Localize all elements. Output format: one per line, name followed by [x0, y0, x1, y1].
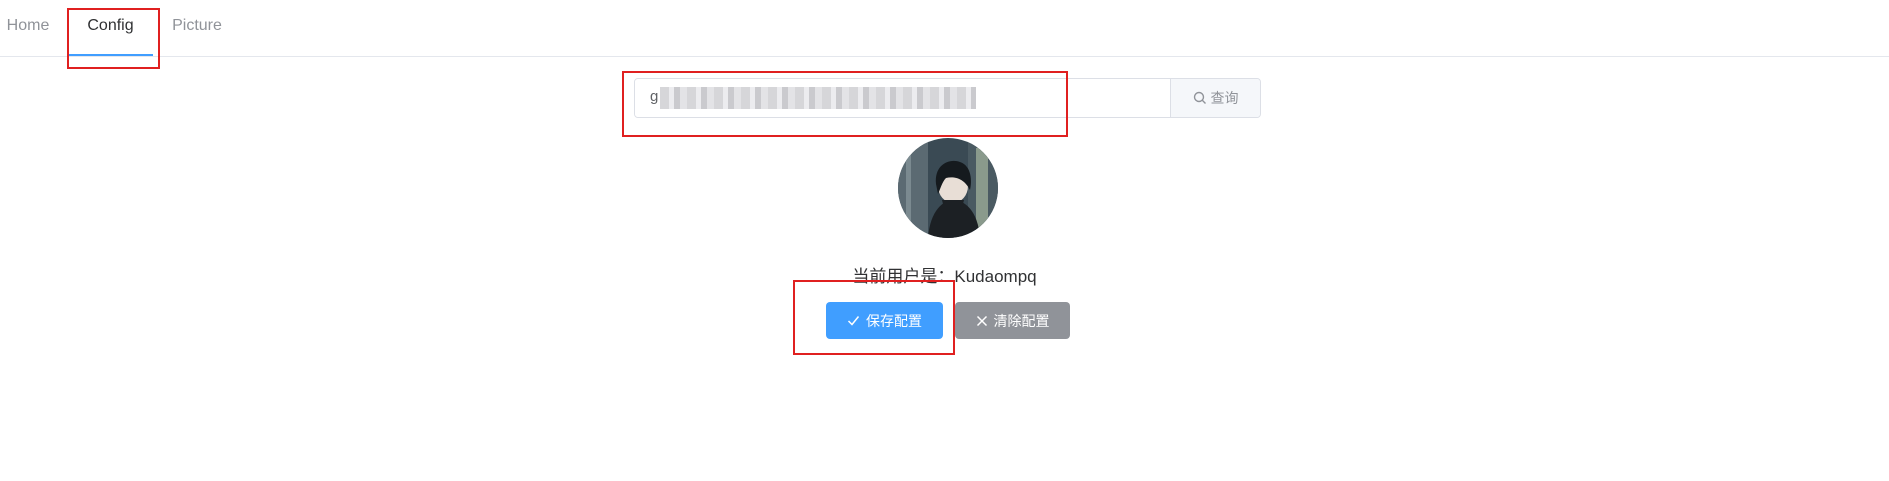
- avatar: [898, 138, 998, 238]
- search-value-prefix: g: [650, 88, 659, 105]
- search-button[interactable]: 查询: [1170, 79, 1260, 117]
- tab-config[interactable]: Config: [68, 0, 153, 56]
- active-tab-indicator: [68, 54, 153, 56]
- close-icon: [976, 315, 987, 326]
- save-config-button[interactable]: 保存配置: [826, 302, 943, 339]
- tab-home[interactable]: Home: [0, 0, 56, 56]
- current-user-label: 当前用户是：: [852, 267, 955, 286]
- top-nav: Home Config Picture: [0, 0, 1889, 57]
- current-user-line: 当前用户是：Kudaompq: [0, 262, 1889, 287]
- check-icon: [847, 316, 860, 326]
- search-icon: [1193, 91, 1206, 104]
- redacted-search-value: [660, 87, 976, 109]
- tab-picture[interactable]: Picture: [163, 0, 231, 56]
- clear-config-button[interactable]: 清除配置: [955, 302, 1070, 339]
- save-config-label: 保存配置: [866, 312, 922, 329]
- clear-config-label: 清除配置: [993, 312, 1050, 329]
- current-user-name: Kudaompq: [954, 267, 1037, 286]
- search-button-label: 查询: [1210, 90, 1239, 106]
